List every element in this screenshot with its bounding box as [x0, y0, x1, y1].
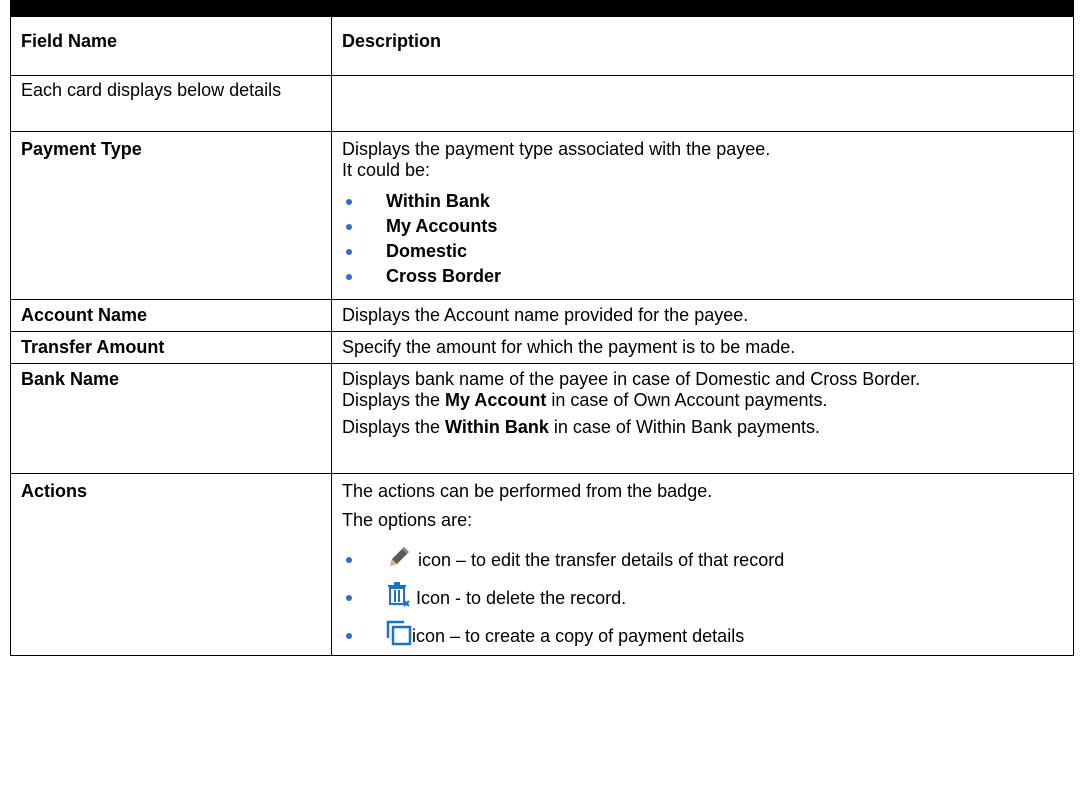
- bank-name-line2: Displays the My Account in case of Own A…: [342, 390, 828, 410]
- bank-name-desc: Displays bank name of the payee in case …: [331, 363, 1074, 474]
- copy-icon: [386, 620, 412, 653]
- payment-type-line1: Displays the payment type associated wit…: [342, 139, 771, 159]
- bullet-icon: [346, 557, 352, 563]
- table-row: Each card displays below details: [10, 75, 1074, 132]
- list-item: Domestic: [342, 239, 1063, 264]
- actions-options: icon – to edit the transfer details of t…: [342, 541, 1063, 655]
- table-row: Actions The actions can be performed fro…: [10, 473, 1074, 656]
- bullet-icon: [346, 274, 352, 280]
- bullet-icon: [346, 224, 352, 230]
- bank-name-line1: Displays bank name of the payee in case …: [342, 369, 921, 389]
- bullet-icon: [346, 199, 352, 205]
- bank-name-line3: Displays the Within Bank in case of With…: [342, 417, 821, 437]
- bullet-icon: [346, 249, 352, 255]
- trash-icon: [386, 581, 410, 615]
- actions-label: Actions: [10, 473, 332, 656]
- list-item: Cross Border: [342, 264, 1063, 289]
- table-row: Account Name Displays the Account name p…: [10, 299, 1074, 332]
- each-card-cell: Each card displays below details: [10, 75, 332, 132]
- pencil-icon: [386, 544, 412, 577]
- top-rule: [10, 0, 1074, 16]
- header-row: Field Name Description: [10, 16, 1074, 76]
- account-name-label: Account Name: [10, 299, 332, 332]
- list-item: Icon - to delete the record.: [342, 579, 1063, 617]
- list-item: icon – to edit the transfer details of t…: [342, 541, 1063, 579]
- list-item: icon – to create a copy of payment detai…: [342, 617, 1063, 655]
- bullet-icon: [346, 595, 352, 601]
- actions-line2: The options are:: [342, 510, 473, 530]
- list-item: My Accounts: [342, 214, 1063, 239]
- table-row: Payment Type Displays the payment type a…: [10, 131, 1074, 300]
- account-name-desc: Displays the Account name provided for t…: [331, 299, 1074, 332]
- header-field-name: Field Name: [10, 16, 332, 76]
- transfer-amount-desc: Specify the amount for which the payment…: [331, 331, 1074, 364]
- header-description: Description: [331, 16, 1074, 76]
- payment-type-options: Within Bank My Accounts Domestic Cross B…: [342, 189, 1063, 289]
- table-row: Bank Name Displays bank name of the paye…: [10, 363, 1074, 474]
- transfer-amount-label: Transfer Amount: [10, 331, 332, 364]
- payment-type-label: Payment Type: [10, 131, 332, 300]
- each-card-desc: [331, 75, 1074, 132]
- bullet-icon: [346, 633, 352, 639]
- actions-line1: The actions can be performed from the ba…: [342, 481, 713, 501]
- payment-type-line2: It could be:: [342, 160, 431, 180]
- table-row: Transfer Amount Specify the amount for w…: [10, 331, 1074, 364]
- bank-name-label: Bank Name: [10, 363, 332, 474]
- actions-desc: The actions can be performed from the ba…: [331, 473, 1074, 656]
- payment-type-desc: Displays the payment type associated wit…: [331, 131, 1074, 300]
- list-item: Within Bank: [342, 189, 1063, 214]
- field-description-table: Field Name Description Each card display…: [10, 16, 1074, 656]
